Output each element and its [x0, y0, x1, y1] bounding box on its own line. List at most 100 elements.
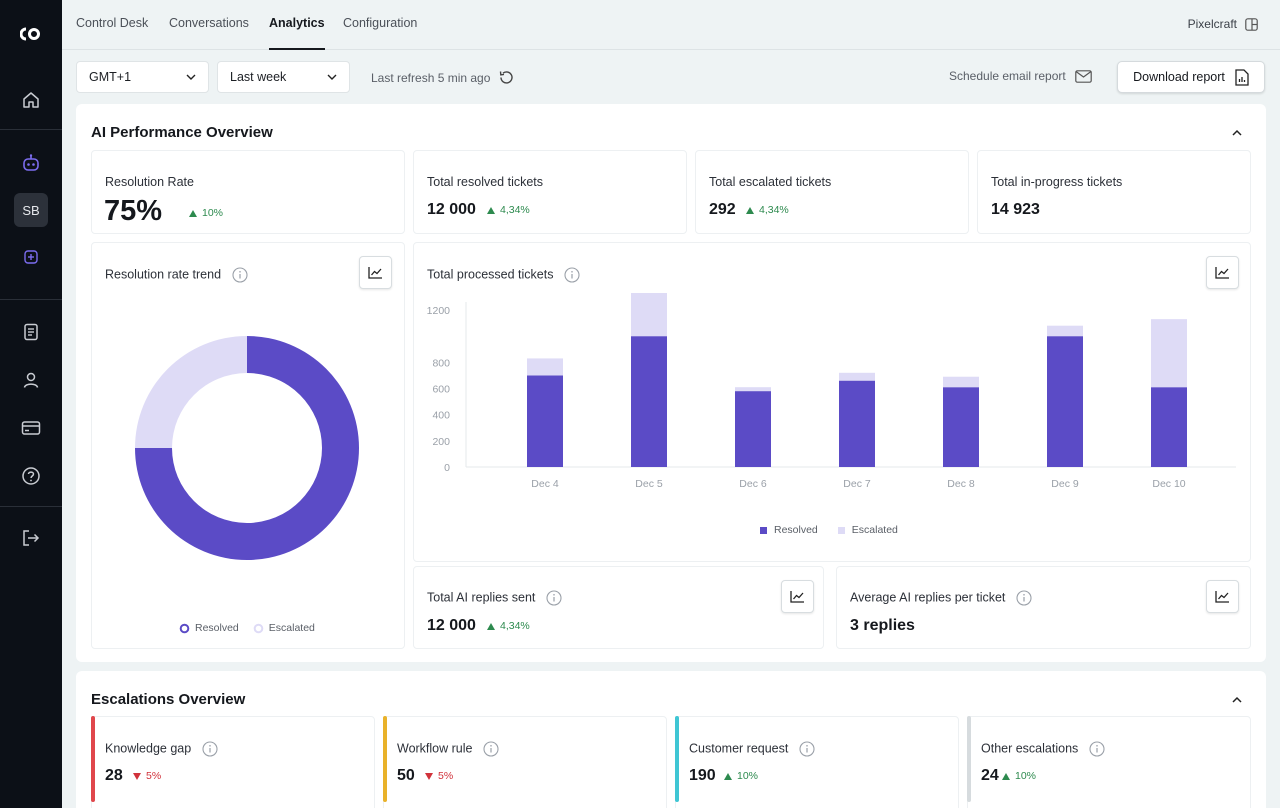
ai-replies-value: 12 000: [427, 617, 476, 634]
home-icon: [23, 92, 39, 108]
trend-value: 10%: [737, 770, 759, 782]
bot-icon: [23, 154, 39, 171]
sidebar-divider: [0, 506, 62, 507]
sidebar-item-billing[interactable]: [0, 408, 62, 448]
sidebar-item-documents[interactable]: [0, 312, 62, 352]
card-label: Total in-progress tickets: [991, 175, 1123, 189]
avg-replies-value: 3 replies: [850, 617, 915, 634]
trend-value: 4,34%: [500, 620, 530, 632]
info-icon[interactable]: [564, 267, 580, 283]
timezone-dropdown[interactable]: GMT+1: [76, 61, 209, 93]
help-icon: [22, 467, 40, 485]
y-tick-label: 800: [432, 357, 450, 369]
avatar[interactable]: SB: [14, 193, 48, 227]
x-tick-label: Dec 8: [947, 478, 975, 490]
bar-escalated[interactable]: [527, 358, 563, 376]
sidebar-item-logout[interactable]: [0, 518, 62, 558]
collapse-icon[interactable]: [1230, 693, 1244, 707]
x-tick-label: Dec 7: [843, 478, 871, 490]
card-title: Total AI replies sent: [427, 590, 562, 606]
trend-value: 5%: [146, 770, 162, 782]
trend-up: 4,34%: [487, 204, 530, 216]
bar-resolved[interactable]: [839, 380, 875, 467]
tab-conversations[interactable]: Conversations: [169, 16, 249, 50]
schedule-email-report[interactable]: Schedule email report: [949, 69, 1092, 83]
legend-escalated: Escalated: [253, 622, 315, 634]
bar-resolved[interactable]: [631, 336, 667, 467]
bar-escalated[interactable]: [1151, 319, 1187, 388]
info-icon[interactable]: [799, 741, 815, 757]
bar-resolved[interactable]: [527, 375, 563, 467]
card-label: Total resolved tickets: [427, 175, 544, 189]
escalation-value: 50: [397, 767, 415, 784]
schedule-label: Schedule email report: [949, 69, 1066, 83]
arrow-down-icon: [133, 772, 141, 780]
logo[interactable]: [0, 14, 62, 54]
bar-escalated[interactable]: [839, 372, 875, 381]
accent-bar: [91, 716, 95, 802]
refresh-icon[interactable]: [498, 69, 515, 86]
workspace-switcher[interactable]: Pixelcraft: [1188, 17, 1258, 31]
period-dropdown[interactable]: Last week: [217, 61, 350, 93]
tab-control-desk[interactable]: Control Desk: [76, 16, 148, 50]
resolution-donut-chart: [135, 336, 359, 560]
collapse-icon[interactable]: [1230, 126, 1244, 140]
info-icon[interactable]: [202, 741, 218, 757]
trend-up: 10%: [1002, 770, 1036, 782]
chart-type-button[interactable]: [1206, 256, 1239, 289]
escalation-card-workflow-rule[interactable]: Workflow rule 50 5%: [383, 716, 667, 808]
card-title: Knowledge gap: [105, 741, 218, 757]
legend-label: Escalated: [268, 622, 315, 634]
resolution-rate-card: Resolution Rate 75% 10%: [91, 150, 405, 234]
legend-resolved: Resolved: [760, 524, 818, 536]
download-report-button[interactable]: Download report: [1117, 61, 1265, 93]
sidebar-item-help[interactable]: [0, 456, 62, 496]
info-icon[interactable]: [231, 267, 248, 283]
bar-escalated[interactable]: [1047, 325, 1083, 337]
info-icon[interactable]: [1016, 590, 1032, 606]
donut-legend: Resolved Escalated: [179, 622, 315, 634]
legend-escalated: Escalated: [837, 524, 898, 536]
tab-analytics[interactable]: Analytics: [269, 16, 325, 50]
card-title: Other escalations: [981, 741, 1105, 757]
arrow-up-icon: [724, 772, 732, 780]
panel-title: Escalations Overview: [91, 691, 246, 708]
bar-escalated[interactable]: [735, 387, 771, 392]
sidebar-item-add[interactable]: [0, 237, 62, 277]
bar-escalated[interactable]: [943, 376, 979, 388]
info-icon[interactable]: [1089, 741, 1105, 757]
last-refresh-text: Last refresh 5 min ago: [371, 70, 491, 85]
chart-type-button[interactable]: [359, 256, 392, 289]
resolution-rate-value: 75%: [104, 195, 163, 227]
tab-configuration[interactable]: Configuration: [343, 16, 417, 50]
escalation-card-customer-request[interactable]: Customer request 190 10%: [675, 716, 959, 808]
bar-resolved[interactable]: [943, 387, 979, 467]
sidebar-item-bot[interactable]: [0, 143, 62, 183]
y-tick-label: 400: [432, 410, 450, 422]
card-title-text: Total AI replies sent: [427, 590, 536, 605]
sidebar-item-users[interactable]: [0, 360, 62, 400]
avg-replies-card: Average AI replies per ticket 3 replies: [836, 566, 1251, 649]
chart-type-button[interactable]: [781, 580, 814, 613]
info-icon[interactable]: [546, 590, 562, 606]
bar-resolved[interactable]: [1151, 387, 1187, 467]
escalation-card-knowledge-gap[interactable]: Knowledge gap 28 5%: [91, 716, 375, 808]
bar-resolved[interactable]: [735, 391, 771, 467]
bar-escalated[interactable]: [631, 293, 667, 337]
last-refresh: Last refresh 5 min ago: [371, 69, 515, 86]
chevron-down-icon: [327, 74, 337, 80]
processed-tickets-card: Total processed tickets 0 200 400 600 800 120…: [413, 242, 1251, 562]
trend-value: 10%: [202, 207, 224, 219]
y-tick-label: 1200: [427, 305, 451, 317]
y-tick-label: 200: [432, 436, 450, 448]
sidebar-divider: [0, 129, 62, 130]
sidebar-item-home[interactable]: [0, 80, 62, 120]
chart-type-button[interactable]: [1206, 580, 1239, 613]
info-icon[interactable]: [483, 741, 499, 757]
bar-resolved[interactable]: [1047, 336, 1083, 467]
escalation-card-other[interactable]: Other escalations 24 10%: [967, 716, 1251, 808]
accent-bar: [383, 716, 387, 802]
ai-replies-card: Total AI replies sent 12 000 4,34%: [413, 566, 824, 649]
card-title-text: Other escalations: [981, 741, 1079, 756]
card-title: Workflow rule: [397, 741, 499, 757]
